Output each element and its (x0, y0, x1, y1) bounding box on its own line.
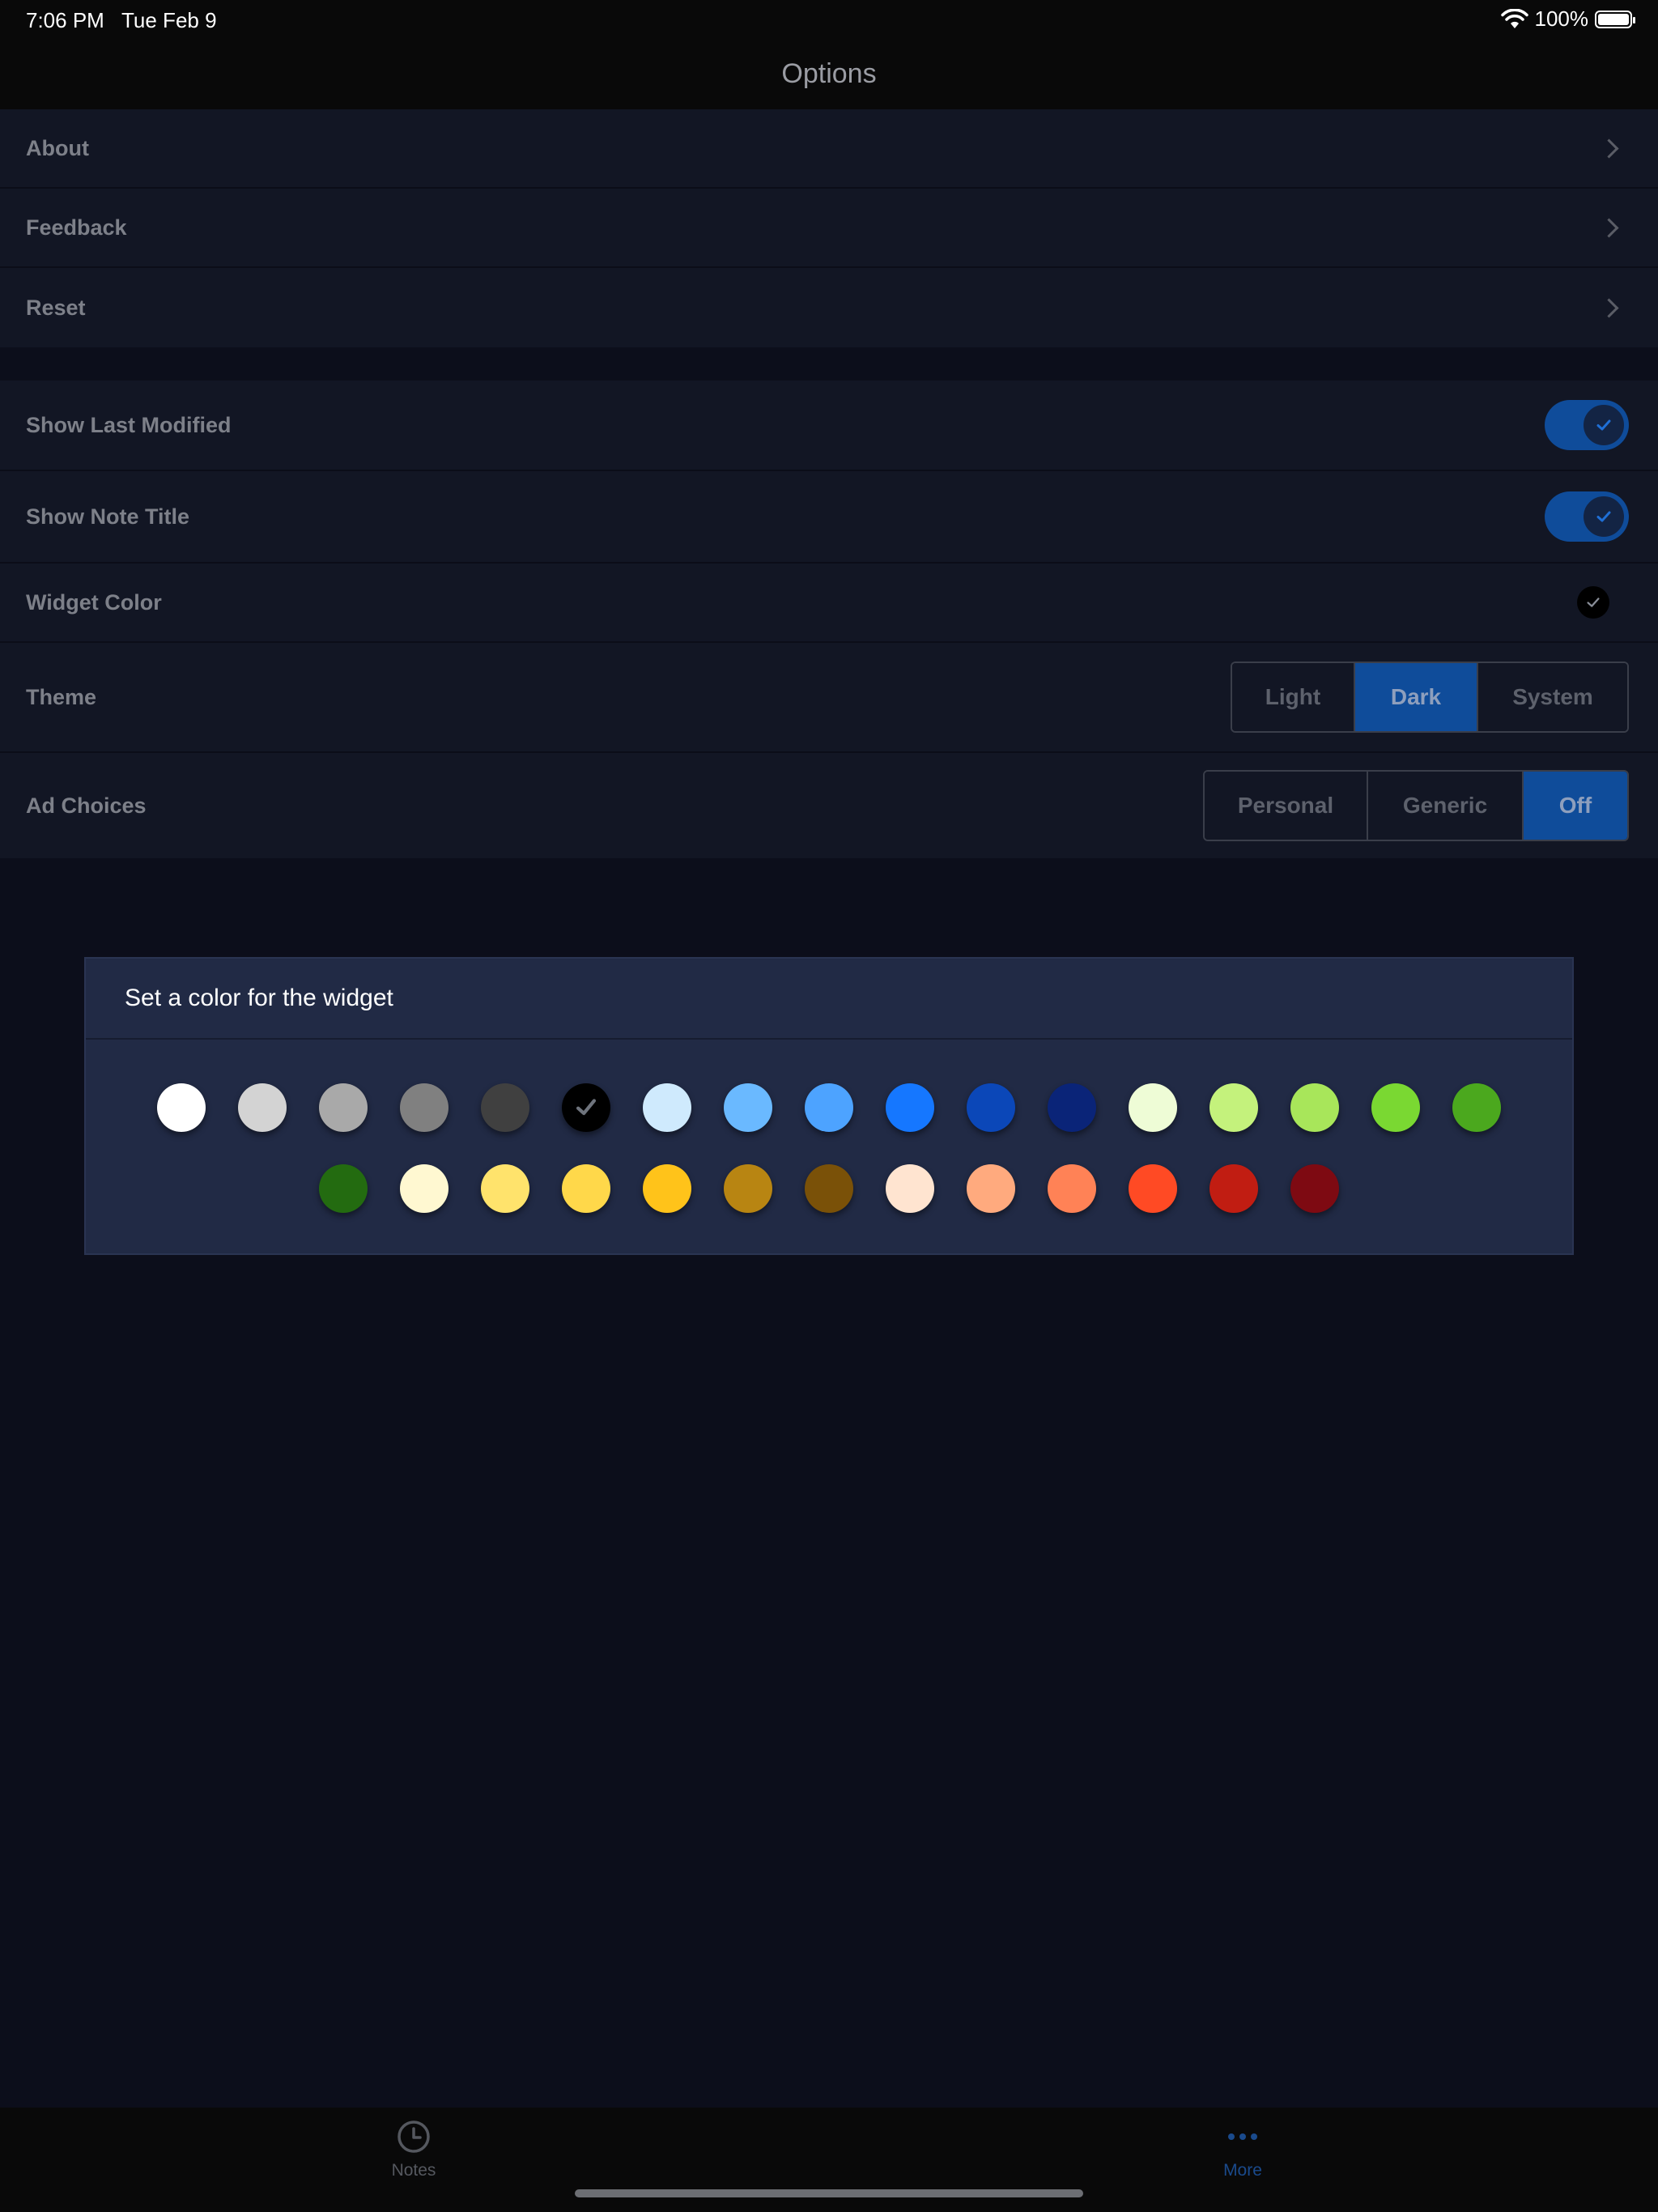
page-title: Options (781, 58, 877, 89)
checkmark-icon (1596, 511, 1611, 522)
navigation-bar: Options (0, 39, 1658, 109)
color-swatch[interactable] (805, 1083, 853, 1132)
color-swatch[interactable] (643, 1083, 691, 1132)
color-swatch[interactable] (1209, 1083, 1258, 1132)
setting-label: Widget Color (26, 589, 162, 615)
color-swatch[interactable] (643, 1164, 691, 1213)
home-indicator (575, 2189, 1083, 2197)
chevron-right-icon (1599, 297, 1619, 318)
menu-item-feedback[interactable]: Feedback (0, 189, 1658, 268)
color-swatch[interactable] (724, 1164, 772, 1213)
setting-widget-color[interactable]: Widget Color (0, 564, 1658, 643)
color-swatch[interactable] (886, 1164, 934, 1213)
color-swatch[interactable] (1290, 1083, 1339, 1132)
checkmark-icon (1587, 598, 1600, 607)
tab-notes[interactable]: Notes (333, 2119, 495, 2180)
ad-option-off[interactable]: Off (1524, 772, 1627, 840)
ad-option-personal[interactable]: Personal (1205, 772, 1368, 840)
setting-label: Ad Choices (26, 793, 147, 818)
status-time: 7:06 PM (26, 8, 104, 32)
menu-item-label: Reset (26, 295, 86, 320)
show-note-title-toggle[interactable] (1545, 491, 1629, 542)
color-swatch[interactable] (1129, 1164, 1177, 1213)
color-swatch[interactable] (1371, 1083, 1420, 1132)
toggle-knob (1582, 403, 1626, 447)
color-swatch[interactable] (157, 1083, 206, 1132)
status-date: Tue Feb 9 (121, 8, 217, 32)
color-swatch[interactable] (805, 1164, 853, 1213)
color-picker-dialog: Set a color for the widget (84, 957, 1574, 1255)
status-bar: 7:06 PM Tue Feb 9 100% (0, 0, 1658, 39)
tab-more[interactable]: More (1162, 2119, 1324, 2180)
color-swatch[interactable] (967, 1164, 1015, 1213)
color-swatch[interactable] (400, 1164, 449, 1213)
theme-segmented-control: Light Dark System (1231, 661, 1629, 733)
setting-label: Show Last Modified (26, 412, 232, 437)
color-swatch[interactable] (319, 1164, 368, 1213)
color-swatch[interactable] (1048, 1083, 1096, 1132)
color-swatch[interactable] (967, 1083, 1015, 1132)
theme-option-dark[interactable]: Dark (1355, 663, 1478, 731)
battery-icon (1595, 10, 1635, 28)
status-right: 100% (1500, 6, 1635, 32)
toggle-knob (1582, 495, 1626, 538)
wifi-icon (1500, 8, 1528, 28)
color-swatch[interactable] (1290, 1164, 1339, 1213)
battery-percent: 100% (1534, 6, 1589, 31)
color-swatch[interactable] (886, 1083, 934, 1132)
tab-label: Notes (391, 2161, 436, 2180)
theme-option-light[interactable]: Light (1232, 663, 1355, 731)
color-swatch[interactable] (1209, 1164, 1258, 1213)
setting-label: Show Note Title (26, 504, 190, 529)
show-last-modified-toggle[interactable] (1545, 400, 1629, 450)
ad-option-generic[interactable]: Generic (1368, 772, 1524, 840)
settings-group: Show Last Modified Show Note Title Widge… (0, 381, 1658, 858)
color-swatch[interactable] (481, 1083, 529, 1132)
menu-item-label: About (26, 135, 89, 160)
color-swatch[interactable] (562, 1164, 610, 1213)
chevron-right-icon (1599, 138, 1619, 159)
setting-show-last-modified: Show Last Modified (0, 381, 1658, 471)
setting-theme: Theme Light Dark System (0, 643, 1658, 753)
color-swatch[interactable] (1048, 1164, 1096, 1213)
theme-option-system[interactable]: System (1478, 663, 1627, 731)
color-swatch[interactable] (1452, 1083, 1501, 1132)
tab-label: More (1223, 2161, 1262, 2180)
setting-ad-choices: Ad Choices Personal Generic Off (0, 753, 1658, 858)
ad-choices-segmented-control: Personal Generic Off (1203, 770, 1629, 841)
checkmark-icon (576, 1099, 597, 1116)
color-swatch[interactable] (400, 1083, 449, 1132)
menu-group: About Feedback Reset (0, 109, 1658, 347)
menu-item-reset[interactable]: Reset (0, 268, 1658, 347)
color-swatch[interactable] (319, 1083, 368, 1132)
menu-item-label: Feedback (26, 215, 127, 240)
menu-item-about[interactable]: About (0, 109, 1658, 189)
checkmark-icon (1596, 419, 1611, 431)
color-swatch[interactable] (1129, 1083, 1177, 1132)
color-swatch[interactable] (562, 1083, 610, 1132)
widget-color-preview[interactable] (1577, 586, 1609, 619)
dialog-header: Set a color for the widget (86, 959, 1572, 1040)
setting-label: Theme (26, 684, 97, 709)
chevron-right-icon (1599, 217, 1619, 238)
color-swatch[interactable] (481, 1164, 529, 1213)
setting-show-note-title: Show Note Title (0, 471, 1658, 564)
dialog-title: Set a color for the widget (125, 985, 393, 1011)
ellipsis-icon (1228, 2133, 1257, 2140)
clock-icon (397, 2121, 430, 2153)
color-swatch[interactable] (724, 1083, 772, 1132)
color-swatch[interactable] (238, 1083, 287, 1132)
